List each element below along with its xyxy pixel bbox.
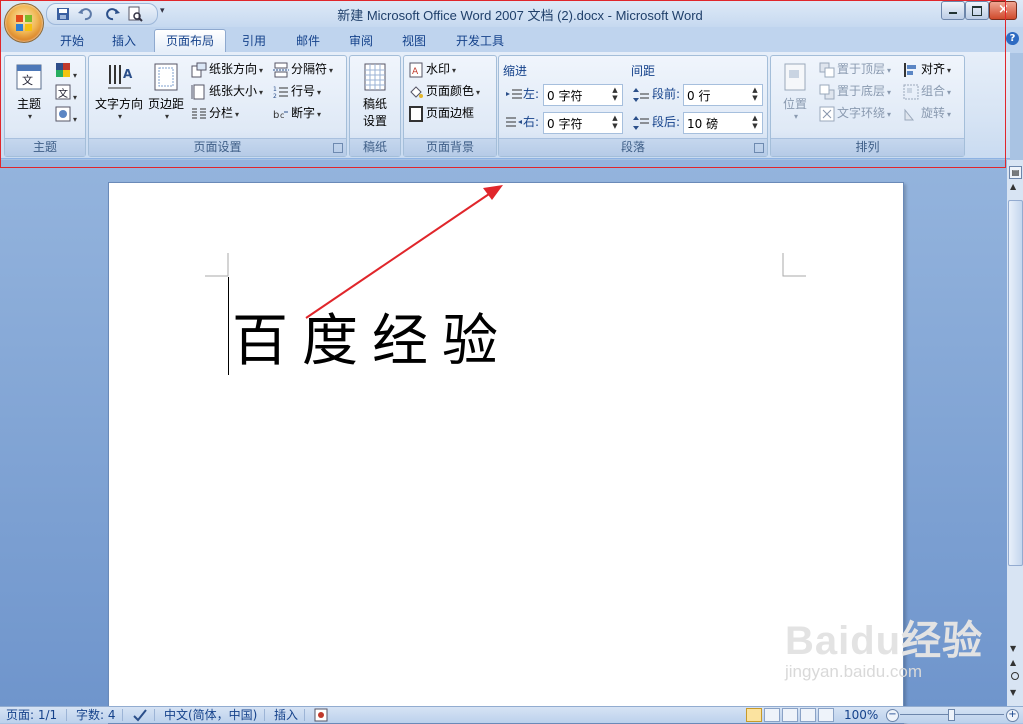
annotation-arrow <box>305 185 503 319</box>
